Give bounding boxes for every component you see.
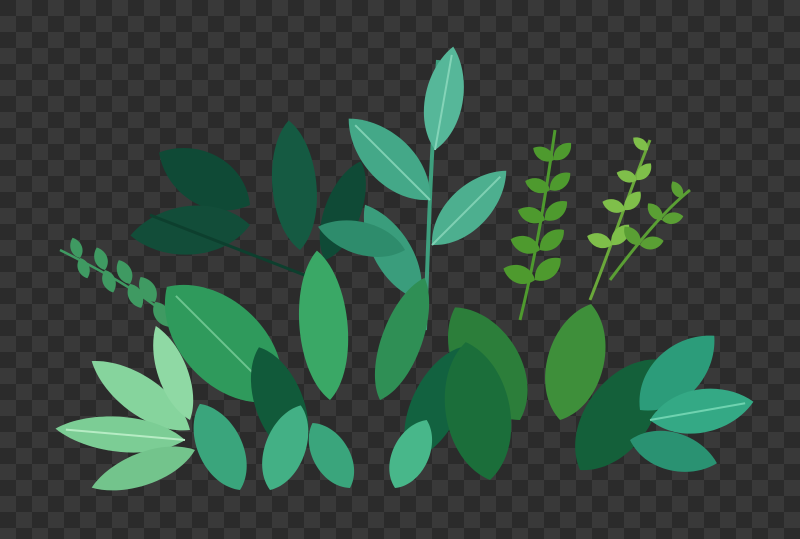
right-fern-fronds — [500, 129, 691, 321]
right-teal-leaves — [622, 318, 758, 482]
back-dark-leaves — [128, 118, 378, 287]
foliage-illustration — [53, 43, 758, 503]
front-teal-leaves — [179, 394, 444, 500]
transparency-canvas — [0, 0, 800, 539]
